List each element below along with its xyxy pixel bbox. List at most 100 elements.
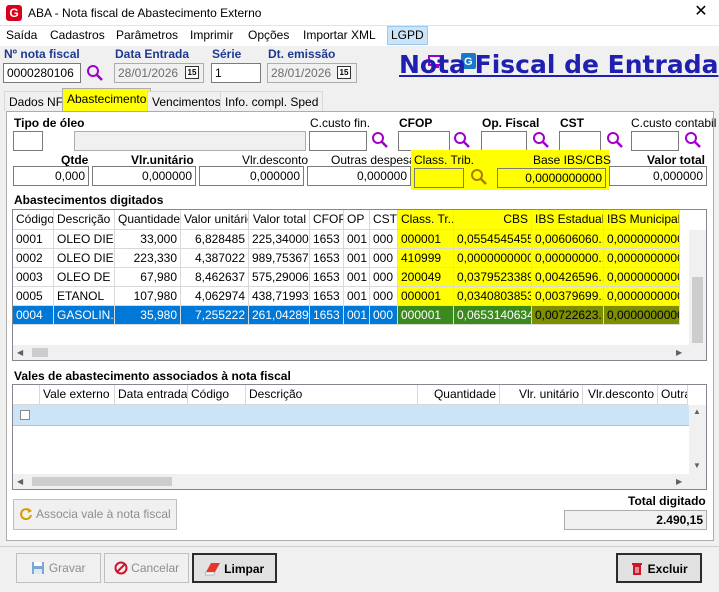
outras-despesas-input[interactable]: 0,000000 <box>307 166 411 186</box>
vales-empty-row[interactable] <box>13 405 689 426</box>
scroll-right-icon[interactable]: ▶ <box>676 348 682 357</box>
menu-opcoes[interactable]: Opções <box>248 28 289 42</box>
table-cell: 410999 <box>398 249 454 268</box>
tipo-oleo-code-input[interactable] <box>13 131 43 151</box>
column-header[interactable]: Class. Tr... <box>398 210 454 230</box>
table-cell: 1653 <box>310 249 344 268</box>
horizontal-scrollbar[interactable]: ◀ ▶ <box>13 345 706 360</box>
menu-lgpd[interactable]: LGPD <box>387 26 428 45</box>
scroll-down-icon[interactable]: ▼ <box>693 461 701 470</box>
column-header[interactable]: Quantidade <box>115 210 181 230</box>
search-icon[interactable] <box>453 131 471 149</box>
cancelar-button[interactable]: Cancelar <box>104 553 189 583</box>
abastecimentos-grid[interactable]: Código Descrição Quantidade Valor unitário V… <box>12 209 707 361</box>
vlr-desconto-input[interactable]: 0,000000 <box>199 166 304 186</box>
table-cell: 000 <box>370 306 398 325</box>
column-header[interactable]: Data entrada <box>115 385 188 405</box>
column-header[interactable]: Quantidade <box>418 385 500 405</box>
table-cell: 200049 <box>398 268 454 287</box>
vales-grid[interactable]: Vale externo Data entrada Código Descrição Q… <box>12 384 707 490</box>
column-header-blank <box>13 385 40 405</box>
vlr-unitario-input[interactable]: 0,000000 <box>92 166 196 186</box>
scrollbar-thumb[interactable] <box>692 277 703 343</box>
window-title: ABA - Nota fiscal de Abastecimento Exter… <box>28 6 262 20</box>
tab-info-compl-sped[interactable]: Info. compl. Sped <box>220 91 324 111</box>
horizontal-scrollbar[interactable]: ◀ ▶ <box>13 474 706 489</box>
scrollbar-thumb[interactable] <box>32 477 172 486</box>
table-cell: 000 <box>370 287 398 306</box>
op-fiscal-input[interactable] <box>481 131 527 151</box>
table-cell: OLEO DIE... <box>54 249 115 268</box>
table-cell: 0,00426596... <box>532 268 604 287</box>
calendar-icon[interactable]: 15 <box>185 66 199 79</box>
class-trib-input[interactable] <box>414 168 464 188</box>
base-ibs-cbs-input[interactable]: 0,0000000000 <box>497 168 606 188</box>
table-cell: 0,00722623... <box>532 306 604 325</box>
limpar-button[interactable]: Limpar <box>192 553 277 583</box>
search-icon[interactable] <box>86 64 104 82</box>
column-header[interactable]: Vlr.desconto <box>583 385 658 405</box>
cfop-input[interactable] <box>398 131 450 151</box>
column-header[interactable]: Outras <box>658 385 688 405</box>
limpar-label: Limpar <box>224 562 265 576</box>
base-ibs-cbs-label: Base IBS/CBS <box>533 153 612 167</box>
tab-abastecimento[interactable]: Abastecimento <box>62 88 152 112</box>
menu-cadastros[interactable]: Cadastros <box>50 28 105 42</box>
search-icon[interactable] <box>371 131 389 149</box>
column-header[interactable]: OP <box>344 210 370 230</box>
table-cell: 0,0000000000 <box>604 249 680 268</box>
column-header[interactable]: Valor total <box>249 210 310 230</box>
column-header[interactable]: CFOP <box>310 210 344 230</box>
search-icon[interactable] <box>532 131 550 149</box>
gravar-button[interactable]: Gravar <box>16 553 101 583</box>
column-header[interactable]: IBS Municipal <box>604 210 680 230</box>
cst-input[interactable] <box>559 131 601 151</box>
row-checkbox[interactable] <box>20 410 30 420</box>
tab-vencimentos[interactable]: Vencimentos <box>147 91 226 111</box>
search-icon[interactable] <box>684 131 702 149</box>
vertical-scrollbar[interactable]: ▲ ▼ <box>689 405 706 475</box>
column-header[interactable]: Código <box>13 210 54 230</box>
vales-title: Vales de abastecimento associados à nota… <box>14 369 291 383</box>
column-header[interactable]: CST <box>370 210 398 230</box>
tab-dados-nf[interactable]: Dados NF <box>4 91 69 111</box>
table-cell: 107,980 <box>115 287 181 306</box>
ccusto-contabil-input[interactable] <box>631 131 679 151</box>
search-icon[interactable] <box>606 131 624 149</box>
column-header[interactable]: Vale externo <box>40 385 115 405</box>
vlr-unitario-label: Vlr.unitário <box>131 153 194 167</box>
column-header[interactable]: IBS Estadual <box>532 210 604 230</box>
column-header[interactable]: Código <box>188 385 246 405</box>
table-cell: OLEO DIE... <box>54 230 115 249</box>
menu-saida[interactable]: Saída <box>6 28 37 42</box>
qtde-input[interactable]: 0,000 <box>13 166 89 186</box>
column-header[interactable]: Valor unitário <box>181 210 249 230</box>
column-header[interactable]: Vlr. unitário <box>500 385 583 405</box>
column-header[interactable]: CBS <box>454 210 532 230</box>
column-header[interactable]: Descrição <box>54 210 115 230</box>
search-icon[interactable] <box>470 168 488 186</box>
scroll-right-icon[interactable]: ▶ <box>676 477 682 486</box>
table-cell: 0003 <box>13 268 54 287</box>
associa-vale-button[interactable]: Associa vale à nota fiscal <box>13 499 177 530</box>
ccusto-fin-input[interactable] <box>309 131 367 151</box>
calendar-icon[interactable]: 15 <box>337 66 351 79</box>
menu-importar-xml[interactable]: Importar XML <box>303 28 376 42</box>
scroll-left-icon[interactable]: ◀ <box>17 477 23 486</box>
serie-input[interactable]: 1 <box>211 63 261 83</box>
menu-parametros[interactable]: Parâmetros <box>116 28 178 42</box>
vertical-scrollbar[interactable] <box>689 230 706 346</box>
nota-input[interactable]: 0000280106 <box>3 63 81 83</box>
excluir-button[interactable]: Excluir <box>616 553 702 583</box>
table-cell: 1653 <box>310 268 344 287</box>
valor-total-input[interactable]: 0,000000 <box>609 166 707 186</box>
menu-imprimir[interactable]: Imprimir <box>190 28 233 42</box>
scroll-left-icon[interactable]: ◀ <box>17 348 23 357</box>
column-header[interactable]: Descrição <box>246 385 418 405</box>
scroll-up-icon[interactable]: ▲ <box>693 407 701 416</box>
close-icon[interactable]: ✕ <box>690 2 712 22</box>
table-cell: 8,462637 <box>181 268 249 287</box>
scrollbar-thumb[interactable] <box>32 348 48 357</box>
page-title: Nota Fiscal de Entrada <box>399 50 719 79</box>
table-cell: 001 <box>344 249 370 268</box>
